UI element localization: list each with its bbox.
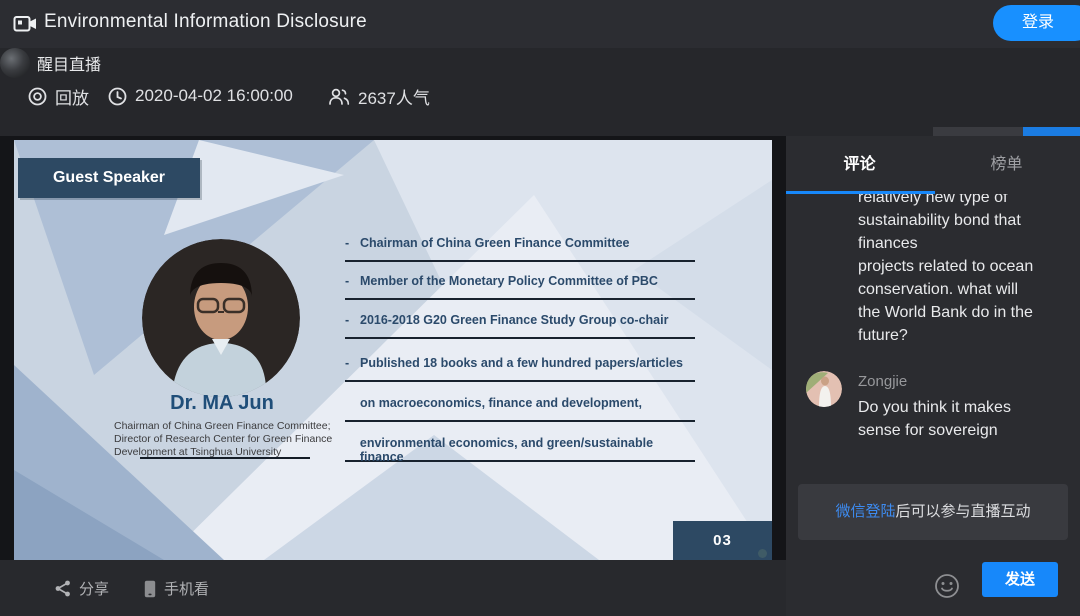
wechat-login-notice: 微信登陆后可以参与直播互动: [798, 484, 1068, 540]
guest-speaker-banner: Guest Speaker: [18, 158, 200, 198]
info-bar: 回放 2020-04-02 16:00:00 2637人气 醒目直播: [0, 48, 1080, 136]
recording-dot: [758, 549, 767, 558]
slide-background-shapes: [14, 140, 772, 560]
share-button[interactable]: 分享: [55, 578, 109, 599]
speaker-photo: [142, 239, 300, 397]
speaker-name: Dr. MA Jun: [74, 392, 370, 415]
mobile-label: 手机看: [164, 578, 209, 599]
bullet-item: on macroeconomics, finance and developme…: [345, 396, 695, 422]
page-title: Environmental Information Disclosure: [44, 11, 367, 33]
channel-name: 醒目直播: [37, 51, 101, 75]
replay-badge: 回放: [28, 84, 89, 108]
login-notice-rest: 后可以参与直播互动: [896, 503, 1031, 520]
user-avatar: [806, 371, 842, 407]
people-icon: [328, 87, 350, 106]
send-button[interactable]: 发送: [982, 562, 1058, 597]
bullet-item: - Member of the Monetary Policy Committe…: [345, 274, 695, 300]
send-row: 发送: [786, 556, 1080, 616]
channel-avatar: [0, 48, 30, 78]
slide-canvas: Guest Speaker Dr. MA Jun Chairman of Chi…: [14, 140, 772, 560]
datetime-label: 2020-04-02 16:00:00: [135, 86, 293, 106]
replay-label: 回放: [55, 84, 89, 109]
chat-message: Zongjie Do you think it makes sense for …: [786, 371, 1080, 442]
login-button[interactable]: 登录: [993, 5, 1080, 41]
speaker-title: Chairman of China Green Finance Committe…: [114, 420, 354, 458]
comment-sidebar: 评论 榜单 relatively new type of sustainabil…: [786, 136, 1080, 616]
chat-message-list[interactable]: relatively new type of sustainability bo…: [786, 194, 1080, 480]
share-label: 分享: [79, 578, 109, 599]
player-bottom-bar: 分享 手机看: [0, 560, 786, 616]
channel-info: 醒目直播: [0, 48, 1080, 78]
tab-comments[interactable]: 评论: [786, 136, 933, 194]
video-player[interactable]: Guest Speaker Dr. MA Jun Chairman of Chi…: [0, 136, 786, 560]
bullet-item: - Published 18 books and a few hundred p…: [345, 356, 695, 382]
video-camera-icon: [13, 14, 37, 34]
chat-message-text: Do you think it makes sense for sovereig…: [858, 396, 1066, 442]
phone-icon: [144, 580, 156, 598]
emoji-icon[interactable]: [934, 573, 960, 599]
clock-icon: [108, 87, 127, 106]
wechat-login-link[interactable]: 微信登陆: [835, 503, 895, 520]
tab-ranking[interactable]: 榜单: [933, 136, 1080, 194]
speaker-title-line: Director of Research Center for Green Fi…: [114, 433, 354, 446]
speaker-title-line: Chairman of China Green Finance Committe…: [114, 420, 354, 433]
share-icon: [55, 580, 71, 597]
bullet-item: - 2016-2018 G20 Green Finance Study Grou…: [345, 313, 695, 339]
speaker-underline: [140, 457, 310, 459]
record-icon: [28, 87, 47, 106]
watch-on-mobile-button[interactable]: 手机看: [144, 578, 209, 599]
schedule-time: 2020-04-02 16:00:00: [108, 84, 293, 108]
chat-username: Zongjie: [858, 371, 1066, 393]
bullet-item: environmental economics, and green/susta…: [345, 436, 695, 462]
bullet-item: - Chairman of China Green Finance Commit…: [345, 236, 695, 262]
popularity-label: 2637人气: [358, 84, 430, 109]
sidebar-tabbar: 评论 榜单: [786, 136, 1080, 194]
chat-message: relatively new type of sustainability bo…: [786, 194, 1080, 347]
chat-message-text: relatively new type of sustainability bo…: [858, 194, 1066, 347]
popularity-stat: 2637人气: [328, 84, 430, 108]
header-bar: Environmental Information Disclosure 登录: [0, 0, 1080, 48]
